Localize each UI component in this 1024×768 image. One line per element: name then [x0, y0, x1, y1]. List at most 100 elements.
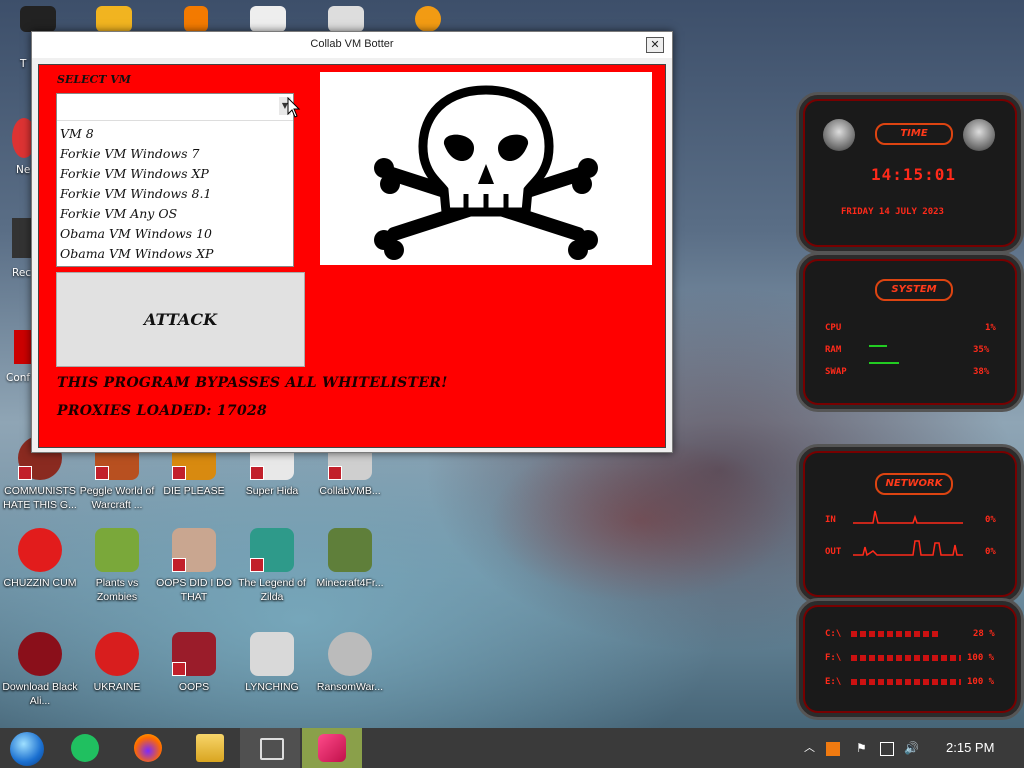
bypass-text: THIS PROGRAM BYPASSES ALL WHITELISTER! — [57, 375, 448, 391]
select-vm-label: SELECT VM — [57, 73, 131, 86]
drive-f-label: F:\ — [825, 653, 842, 663]
network-flag-icon[interactable]: ⚑ — [856, 728, 867, 768]
notes-icon — [71, 734, 99, 762]
drive-c-label: C:\ — [825, 629, 842, 639]
vm-option[interactable]: Forkie VM Windows 8.1 — [60, 184, 213, 204]
pvz-icon — [95, 528, 139, 572]
mouse-cursor-icon — [287, 97, 301, 118]
drive-f-value: 100 % — [967, 653, 995, 663]
net-in-value: 0% — [985, 515, 996, 525]
noose-icon — [250, 632, 294, 676]
taskbar-collab-botter[interactable] — [302, 728, 362, 768]
vm-option[interactable]: Forkie VM Windows 7 — [60, 144, 213, 164]
vm-combobox[interactable]: ▼ VM 8 Forkie VM Windows 7 Forkie VM Win… — [56, 93, 294, 267]
start-button[interactable] — [0, 728, 60, 768]
desktop-icon-download-black[interactable]: Download Black Ali... — [0, 632, 82, 708]
volume-icon[interactable]: 🔊 — [904, 728, 919, 768]
network-icon[interactable] — [880, 728, 894, 768]
desktop-icon-pvz[interactable]: Plants vs Zombies — [75, 528, 159, 604]
update-icon[interactable] — [826, 728, 840, 768]
cpu-value: 1% — [985, 323, 996, 333]
attack-button[interactable]: ATTACK — [56, 272, 305, 367]
taskbar-notes[interactable] — [55, 728, 115, 768]
monitor-icon — [172, 632, 216, 676]
network-title: NETWORK — [875, 473, 953, 495]
time-widget[interactable]: TIME 14:15:01 FRIDAY 14 JULY 2023 — [796, 92, 1024, 254]
chuzzle-icon — [18, 528, 62, 572]
drive-e-value: 100 % — [967, 677, 995, 687]
time-clock: 14:15:01 — [871, 165, 957, 184]
swap-label: SWAP — [825, 367, 847, 377]
skull-crossbones-icon — [374, 85, 598, 260]
ram-value: 35% — [973, 345, 990, 355]
chevron-up-icon[interactable]: ︿ — [804, 728, 815, 768]
vlc-icon[interactable] — [184, 6, 208, 32]
alien-head-icon — [963, 119, 995, 151]
vm-option[interactable]: Forkie VM Any OS — [60, 204, 213, 224]
collab-vm-botter-window: Collab VM Botter ✕ SELECT VM ▼ VM 8 Fork… — [31, 31, 673, 453]
vm-option[interactable]: Obama VM Windows XP — [60, 244, 213, 264]
firefox-icon — [134, 734, 162, 762]
ram-bar — [869, 345, 887, 347]
vm-option[interactable]: VM 8 — [60, 124, 213, 144]
minecraft-icon — [328, 528, 372, 572]
skull-image — [320, 72, 652, 265]
desktop-icon-top-6[interactable] — [415, 6, 441, 32]
window-title: Collab VM Botter — [310, 38, 394, 50]
net-out-label: OUT — [825, 547, 842, 557]
desktop-icon-top-4[interactable] — [250, 6, 286, 32]
desktop-icon-oops-did-i[interactable]: OOPS DID I DO THAT — [152, 528, 236, 604]
time-title: TIME — [875, 123, 953, 145]
desktop-icon-zilda[interactable]: The Legend of Zilda — [230, 528, 314, 604]
left-edge-label: Rec — [12, 267, 32, 279]
net-out-graph — [853, 540, 963, 557]
zelda-icon — [250, 528, 294, 572]
vm-combo-field[interactable]: ▼ — [57, 94, 293, 121]
desktop-icon-top-5[interactable] — [328, 6, 364, 32]
drive-f-bar — [851, 655, 961, 661]
alien-head-icon — [823, 119, 855, 151]
taskbar-file-explorer[interactable] — [180, 728, 240, 768]
alienware-icon — [18, 632, 62, 676]
net-in-graph — [853, 510, 963, 524]
desktop-icon-top-1[interactable] — [20, 6, 56, 32]
time-date: FRIDAY 14 JULY 2023 — [841, 207, 944, 217]
left-edge-label: T — [20, 58, 27, 70]
portrait-icon — [172, 528, 216, 572]
taskbar-task-view[interactable] — [240, 728, 300, 768]
drives-widget[interactable]: C:\ 28 % F:\ 100 % E:\ 100 % — [796, 598, 1024, 720]
window-client-area: SELECT VM ▼ VM 8 Forkie VM Windows 7 For… — [38, 64, 666, 448]
net-out-value: 0% — [985, 547, 996, 557]
drive-e-bar — [851, 679, 961, 685]
network-widget[interactable]: NETWORK IN 0% OUT 0% — [796, 444, 1024, 604]
desktop-icon-chuzzin[interactable]: CHUZZIN CUM — [0, 528, 82, 590]
desktop-icon-top-2[interactable] — [96, 6, 132, 32]
cpu-label: CPU — [825, 323, 842, 333]
collab-botter-icon — [318, 734, 346, 762]
taskbar-firefox[interactable] — [118, 728, 178, 768]
left-edge-label: Conf — [6, 372, 31, 384]
ram-label: RAM — [825, 345, 842, 355]
system-title: SYSTEM — [875, 279, 953, 301]
close-button[interactable]: ✕ — [646, 37, 664, 53]
vm-option[interactable]: Forkie VM Windows XP — [60, 164, 213, 184]
desktop-icon-lynching[interactable]: LYNCHING — [230, 632, 314, 694]
desktop-icon-ransomware[interactable]: RansomWar... — [308, 632, 392, 694]
desktop-icon-ukraine[interactable]: UKRAINE — [75, 632, 159, 694]
desktop-icon-minecraft[interactable]: Minecraft4Fr... — [308, 528, 392, 590]
vm-option[interactable]: Obama VM Windows 10 — [60, 224, 213, 244]
net-in-label: IN — [825, 515, 836, 525]
drive-c-value: 28 % — [973, 629, 995, 639]
taskbar: ︿ ⚑ 🔊 2:15 PM — [0, 728, 1024, 768]
skull-icon — [328, 632, 372, 676]
system-widget[interactable]: SYSTEM CPU 1% RAM 35% SWAP 38% — [796, 252, 1024, 412]
drive-c-bar — [851, 631, 941, 637]
taskbar-clock[interactable]: 2:15 PM — [946, 728, 994, 768]
task-view-icon — [260, 738, 284, 760]
title-bar[interactable]: Collab VM Botter ✕ — [32, 32, 672, 58]
swap-bar — [869, 362, 899, 364]
vm-option-list: VM 8 Forkie VM Windows 7 Forkie VM Windo… — [60, 124, 213, 264]
radiation-icon — [95, 632, 139, 676]
left-edge-label: Ne — [16, 164, 31, 176]
desktop-icon-oops[interactable]: OOPS — [152, 632, 236, 694]
